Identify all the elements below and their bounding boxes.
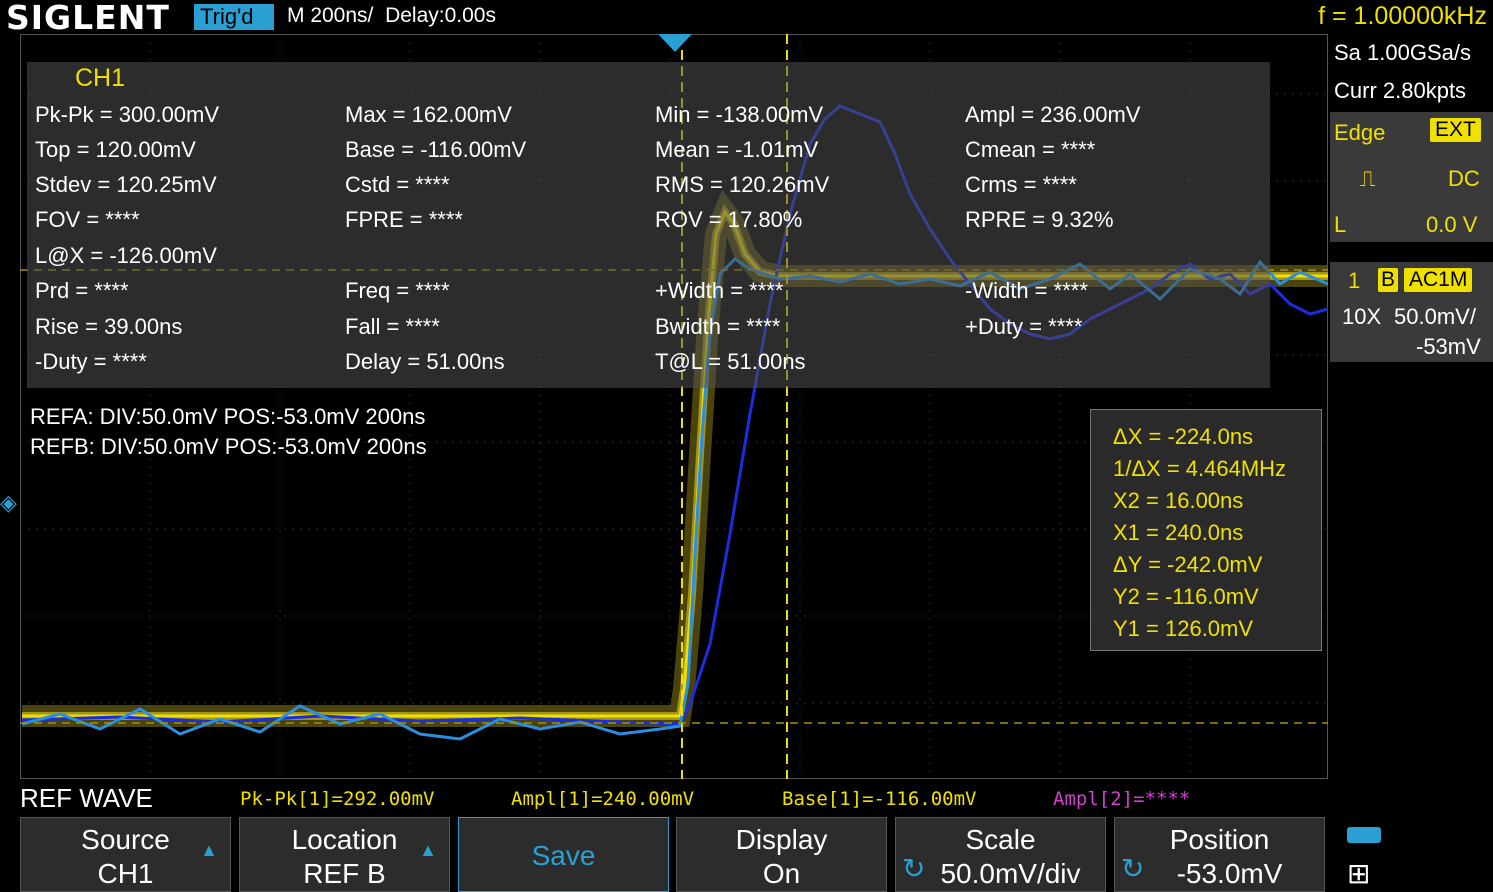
meas-pwidth: +Width = ****: [655, 278, 784, 303]
stat-ampl1: Ampl[1]=240.00mV: [511, 788, 695, 810]
top-bar: SIGLENT Trig'd M 200ns/ Delay:0.00s f = …: [0, 0, 1493, 37]
status-line: REF WAVE Pk-Pk[1]=292.00mV Ampl[1]=240.0…: [0, 783, 1330, 815]
cursor-y1: Y1 = 126.0mV: [1113, 616, 1254, 641]
stat-pkpk: Pk-Pk[1]=292.00mV: [240, 788, 435, 810]
meas-max: Max = 162.00mV: [345, 102, 512, 127]
trigger-level-value: 0.0 V: [1426, 212, 1478, 237]
meas-rpre: RPRE = 9.32%: [965, 207, 1114, 232]
softkey-display-value: On: [762, 858, 801, 889]
memory-depth: Curr 2.80kpts: [1334, 78, 1467, 103]
rising-edge-icon: ⎍: [1360, 166, 1376, 191]
meas-time-at-level: T@L = 51.00ns: [655, 349, 806, 374]
meas-nwidth: -Width = ****: [965, 278, 1088, 303]
cursor-delta-y: ΔY = -242.0mV: [1113, 552, 1263, 577]
meas-delay: Delay = 51.00ns: [345, 349, 505, 374]
cursor-y2: Y2 = -116.0mV: [1113, 584, 1259, 609]
softkey-scale[interactable]: Scale 50.0mV/div ↻: [895, 817, 1106, 892]
meas-rise: Rise = 39.00ns: [35, 314, 183, 339]
softkey-source[interactable]: Source CH1 ▲: [20, 817, 231, 892]
meas-top: Top = 120.00mV: [35, 137, 196, 162]
measurement-panel: CH1 Pk-Pk = 300.00mV Max = 162.00mV Min …: [27, 62, 1270, 388]
measurement-channel-label: CH1: [75, 64, 126, 92]
meas-freq: Freq = ****: [345, 278, 450, 303]
meas-stdev: Stdev = 120.25mV: [35, 172, 217, 197]
softkey-display[interactable]: Display On: [676, 817, 887, 892]
cursor-x2: X2 = 16.00ns: [1113, 488, 1244, 513]
sample-rate: Sa 1.00GSa/s: [1334, 40, 1471, 65]
trigger-level-label: L: [1334, 212, 1347, 237]
trigger-type: Edge: [1334, 120, 1386, 145]
meas-bwidth: Bwidth = ****: [655, 314, 781, 339]
stat-base: Base[1]=-116.00mV: [782, 788, 977, 810]
channel-offset: -53mV: [1416, 334, 1481, 359]
right-info-panel: Sa 1.00GSa/s Curr 2.80kpts Edge EXT ⎍ DC…: [1330, 36, 1493, 816]
battery-icon: [1347, 827, 1381, 843]
softkey-save[interactable]: Save: [458, 817, 669, 892]
menu-title: REF WAVE: [20, 783, 153, 813]
softkey-position-label: Position: [1169, 824, 1270, 855]
probe-attenuation: 10X: [1342, 304, 1382, 329]
softkey-scale-label: Scale: [965, 824, 1036, 855]
frequency-counter: f = 1.00000kHz: [1318, 2, 1487, 30]
meas-prd: Prd = ****: [35, 278, 129, 303]
delay-value: Delay:0.00s: [385, 4, 496, 27]
meas-fpre: FPRE = ****: [345, 207, 463, 232]
meas-cmean: Cmean = ****: [965, 137, 1096, 162]
rotary-knob-icon: ↻: [902, 853, 926, 884]
rotary-knob-icon: ↻: [1121, 853, 1145, 884]
channel-coupling-badge: AC1M: [1404, 268, 1473, 292]
softkey-location-value: REF B: [303, 858, 386, 889]
refa-info: REFA: DIV:50.0mV POS:-53.0mV 200ns: [30, 404, 426, 429]
softkey-position[interactable]: Position -53.0mV ↻: [1114, 817, 1325, 892]
trigger-position-marker: [658, 34, 692, 52]
softkey-display-label: Display: [735, 824, 828, 855]
softkey-position-value: -53.0mV: [1176, 858, 1283, 889]
cursor-readout-panel: ΔX = -224.0ns 1/ΔX = 4.464MHz X2 = 16.00…: [1090, 409, 1322, 651]
softkey-source-label: Source: [81, 824, 170, 855]
meas-base: Base = -116.00mV: [345, 137, 527, 162]
meas-cstd: Cstd = ****: [345, 172, 450, 197]
meas-crms: Crms = ****: [965, 172, 1077, 197]
volts-per-div: 50.0mV/: [1394, 304, 1476, 329]
up-arrow-icon: ▲: [200, 840, 218, 860]
meas-rov: ROV = 17.80%: [655, 207, 803, 232]
trigger-status-badge[interactable]: Trig'd: [194, 4, 274, 30]
meas-mean: Mean = -1.01mV: [655, 137, 819, 162]
softkey-save-label: Save: [531, 840, 596, 871]
trigger-source-badge: EXT: [1430, 118, 1481, 142]
network-icon: ⊞: [1347, 858, 1371, 889]
meas-level-at-x: L@X = -126.00mV: [35, 243, 217, 268]
softkey-location[interactable]: Location REF B ▲: [239, 817, 450, 892]
stat-ampl2: Ampl[2]=****: [1053, 788, 1191, 810]
timebase-readout[interactable]: M 200ns/ Delay:0.00s: [287, 4, 496, 28]
meas-pkpk: Pk-Pk = 300.00mV: [35, 102, 220, 127]
meas-min: Min = -138.00mV: [655, 102, 824, 127]
cursor-delta-x: ΔX = -224.0ns: [1113, 424, 1254, 449]
refb-info: REFB: DIV:50.0mV POS:-53.0mV 200ns: [30, 434, 427, 459]
meas-fov: FOV = ****: [35, 207, 140, 232]
cursor-inverse-delta-x: 1/ΔX = 4.464MHz: [1113, 456, 1287, 481]
meas-ampl: Ampl = 236.00mV: [965, 102, 1141, 127]
trigger-coupling: DC: [1448, 166, 1480, 191]
timebase-value: M 200ns/: [287, 4, 374, 27]
softkey-scale-value: 50.0mV/div: [940, 858, 1081, 889]
softkey-location-label: Location: [291, 824, 398, 855]
cursor-x1: X1 = 240.0ns: [1113, 520, 1244, 545]
brand-logo: SIGLENT: [6, 0, 170, 37]
bandwidth-limit-badge: B: [1378, 268, 1399, 292]
meas-rms: RMS = 120.26mV: [655, 172, 830, 197]
meas-fall: Fall = ****: [345, 314, 440, 339]
up-arrow-icon: ▲: [419, 840, 437, 860]
status-icons-area: ⊞: [1333, 817, 1493, 892]
meas-nduty: -Duty = ****: [35, 349, 147, 374]
channel-offset-marker-icon[interactable]: ◈: [0, 490, 17, 516]
softkey-source-value: CH1: [97, 858, 154, 889]
meas-pduty: +Duty = ****: [965, 314, 1083, 339]
channel-number: 1: [1348, 268, 1361, 293]
